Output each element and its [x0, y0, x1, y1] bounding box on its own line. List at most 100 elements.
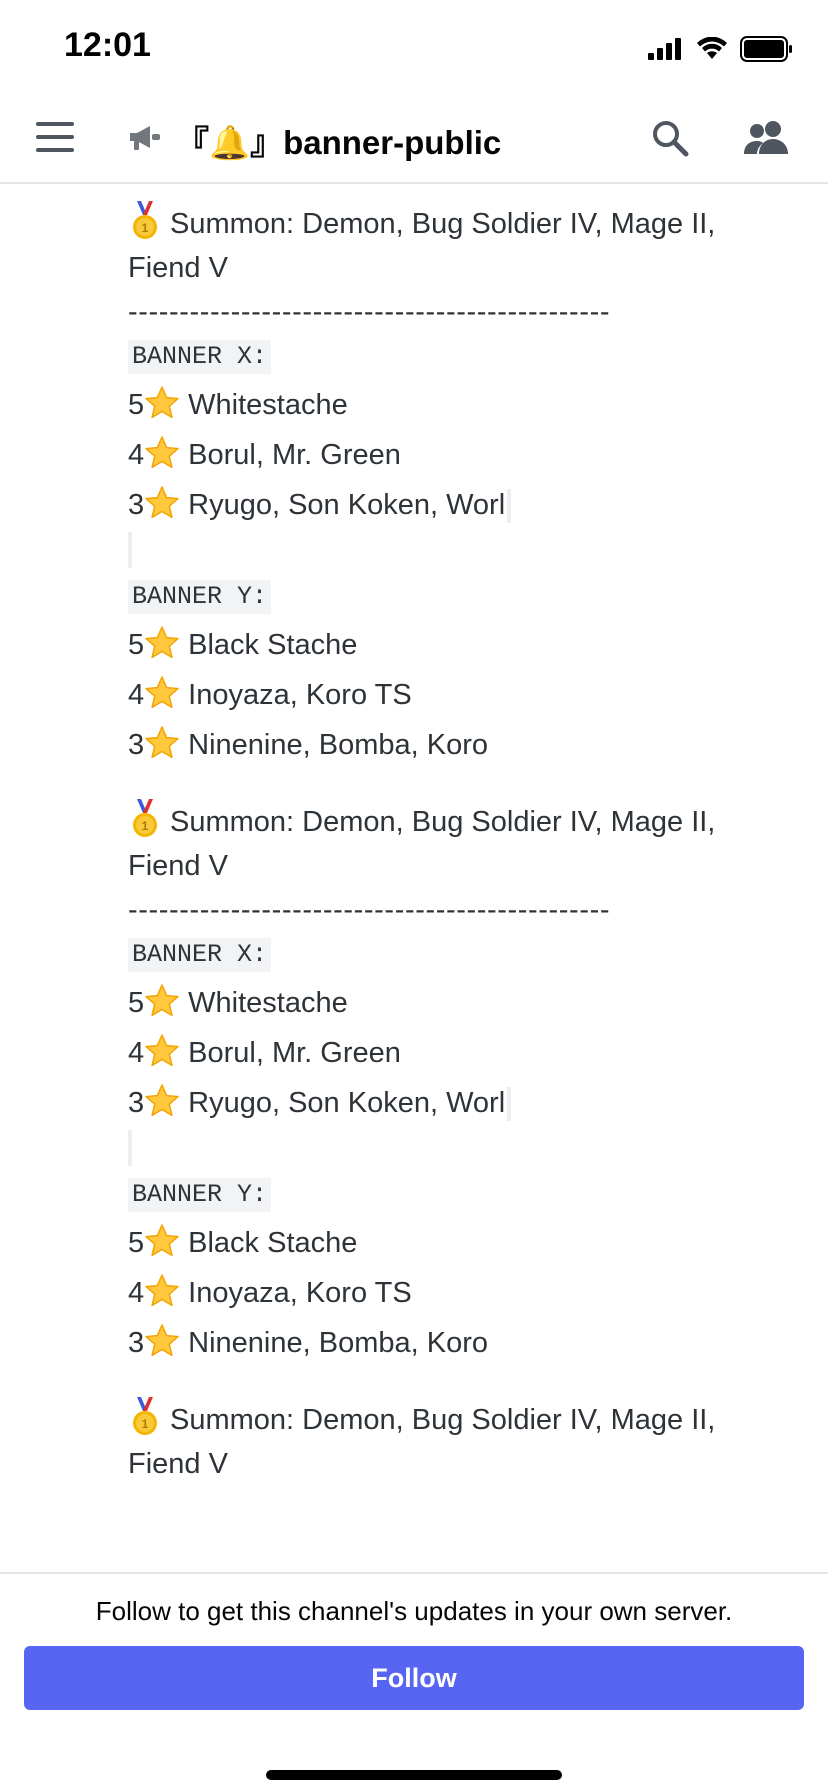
star-icon [145, 1034, 179, 1067]
home-indicator [266, 1770, 562, 1780]
follow-prompt: Follow to get this channel's updates in … [95, 1596, 733, 1626]
star-icon [145, 386, 179, 419]
banner-row: 5 Black Stache [128, 1218, 768, 1268]
star-rank: 5 [128, 1227, 145, 1259]
summon-text: Summon: Demon, Bug Soldier IV, Mage II, [170, 806, 716, 838]
cellular-signal-icon [648, 38, 681, 60]
banner-row: 3 Ninenine, Bomba, Koro [128, 1318, 768, 1368]
battery-icon [740, 36, 792, 62]
banner-row: 4 Borul, Mr. Green [128, 1028, 768, 1078]
message-block: 1 Summon: Demon, Bug Soldier IV, Mage II,… [128, 1397, 768, 1486]
banner-row: 5 Whitestache [128, 978, 768, 1028]
summon-text-continued: Fiend V [128, 850, 228, 882]
character-names: Inoyaza, Koro TS [188, 679, 412, 711]
wifi-icon [697, 37, 727, 59]
menu-icon[interactable] [36, 122, 74, 152]
summon-line: 1 Summon: Demon, Bug Soldier IV, Mage II, [128, 1397, 768, 1442]
banner-label-line: BANNER Y: [128, 1172, 768, 1218]
star-rank: 3 [128, 1087, 145, 1119]
character-names: Ryugo, Son Koken, Worl [188, 1087, 506, 1119]
banner-label-line: BANNER Y: [128, 574, 768, 620]
star-rank: 3 [128, 729, 145, 761]
star-icon [145, 1324, 179, 1357]
star-icon [145, 436, 179, 469]
star-rank: 4 [128, 1277, 145, 1309]
star-icon [145, 676, 179, 709]
star-rank: 5 [128, 987, 145, 1019]
summon-line: 1 Summon: Demon, Bug Soldier IV, Mage II, [128, 201, 768, 246]
banner-label: BANNER Y: [128, 580, 272, 614]
star-icon [145, 626, 179, 659]
status-bar: 12:01 [0, 0, 828, 96]
channel-prefix: 『🔔』 [176, 124, 284, 161]
code-edge [507, 1087, 512, 1122]
medal-icon: 1 [133, 799, 157, 838]
follow-button[interactable]: Follow [24, 1646, 804, 1710]
medal-icon: 1 [133, 1397, 157, 1436]
banner-label: BANNER X: [128, 938, 272, 972]
star-rank: 5 [128, 389, 145, 421]
character-names: Ryugo, Son Koken, Worl [188, 489, 506, 521]
channel-title: 『🔔』banner-public [176, 116, 501, 164]
star-icon [145, 1084, 179, 1117]
follow-footer: Follow to get this channel's updates in … [0, 1572, 828, 1792]
channel-name: banner-public [283, 124, 502, 161]
search-icon[interactable] [650, 118, 690, 158]
banner-label-line: BANNER X: [128, 334, 768, 380]
star-icon [145, 1274, 179, 1307]
svg-text:1: 1 [142, 819, 149, 833]
banner-label: BANNER X: [128, 340, 272, 374]
status-icons [648, 36, 794, 62]
banner-row: 5 Black Stache [128, 620, 768, 670]
separator-line: ----------------------------------------… [128, 296, 611, 328]
star-rank: 3 [128, 1327, 145, 1359]
channel-header: 『🔔』banner-public [0, 96, 828, 184]
banner-label-line: BANNER X: [128, 932, 768, 978]
separator-line: ----------------------------------------… [128, 894, 611, 926]
character-names: Black Stache [188, 629, 358, 661]
character-names: Whitestache [188, 987, 348, 1019]
message-block: 1 Summon: Demon, Bug Soldier IV, Mage II,… [128, 799, 768, 1368]
code-edge [507, 489, 512, 524]
star-rank: 4 [128, 679, 145, 711]
star-rank: 5 [128, 629, 145, 661]
message-content: 1 Summon: Demon, Bug Soldier IV, Mage II,… [128, 186, 768, 1486]
svg-text:1: 1 [142, 1417, 149, 1431]
star-icon [145, 726, 179, 759]
character-names: Whitestache [188, 389, 348, 421]
banner-row: 3 Ryugo, Son Koken, Worl [128, 480, 768, 530]
summon-text: Summon: Demon, Bug Soldier IV, Mage II, [170, 208, 716, 240]
code-block-gap [128, 1130, 132, 1166]
banner-row: 5 Whitestache [128, 380, 768, 430]
message-block: 1 Summon: Demon, Bug Soldier IV, Mage II,… [128, 201, 768, 770]
banner-row: 4 Inoyaza, Koro TS [128, 670, 768, 720]
star-rank: 4 [128, 1037, 145, 1069]
character-names: Borul, Mr. Green [188, 1037, 401, 1069]
banner-row: 3 Ninenine, Bomba, Koro [128, 720, 768, 770]
star-icon [145, 486, 179, 519]
banner-row: 3 Ryugo, Son Koken, Worl [128, 1078, 768, 1128]
banner-row: 4 Inoyaza, Koro TS [128, 1268, 768, 1318]
summon-line: 1 Summon: Demon, Bug Soldier IV, Mage II, [128, 799, 768, 844]
banner-row: 4 Borul, Mr. Green [128, 430, 768, 480]
star-rank: 3 [128, 489, 145, 521]
star-icon [145, 984, 179, 1017]
character-names: Inoyaza, Koro TS [188, 1277, 412, 1309]
svg-text:1: 1 [142, 221, 149, 235]
character-names: Black Stache [188, 1227, 358, 1259]
medal-icon: 1 [133, 201, 157, 240]
character-names: Borul, Mr. Green [188, 439, 401, 471]
message-list[interactable]: 1 Summon: Demon, Bug Soldier IV, Mage II,… [0, 186, 828, 1572]
banner-label: BANNER Y: [128, 1178, 272, 1212]
star-rank: 4 [128, 439, 145, 471]
star-icon [145, 1224, 179, 1257]
status-time: 12:01 [64, 26, 151, 64]
code-block-gap [128, 532, 132, 568]
summon-text-continued: Fiend V [128, 252, 228, 284]
summon-text: Summon: Demon, Bug Soldier IV, Mage II, [170, 1404, 716, 1436]
members-icon[interactable] [742, 118, 792, 158]
announcement-channel-icon [130, 126, 160, 150]
character-names: Ninenine, Bomba, Koro [188, 1327, 488, 1359]
character-names: Ninenine, Bomba, Koro [188, 729, 488, 761]
summon-text-continued: Fiend V [128, 1448, 228, 1480]
